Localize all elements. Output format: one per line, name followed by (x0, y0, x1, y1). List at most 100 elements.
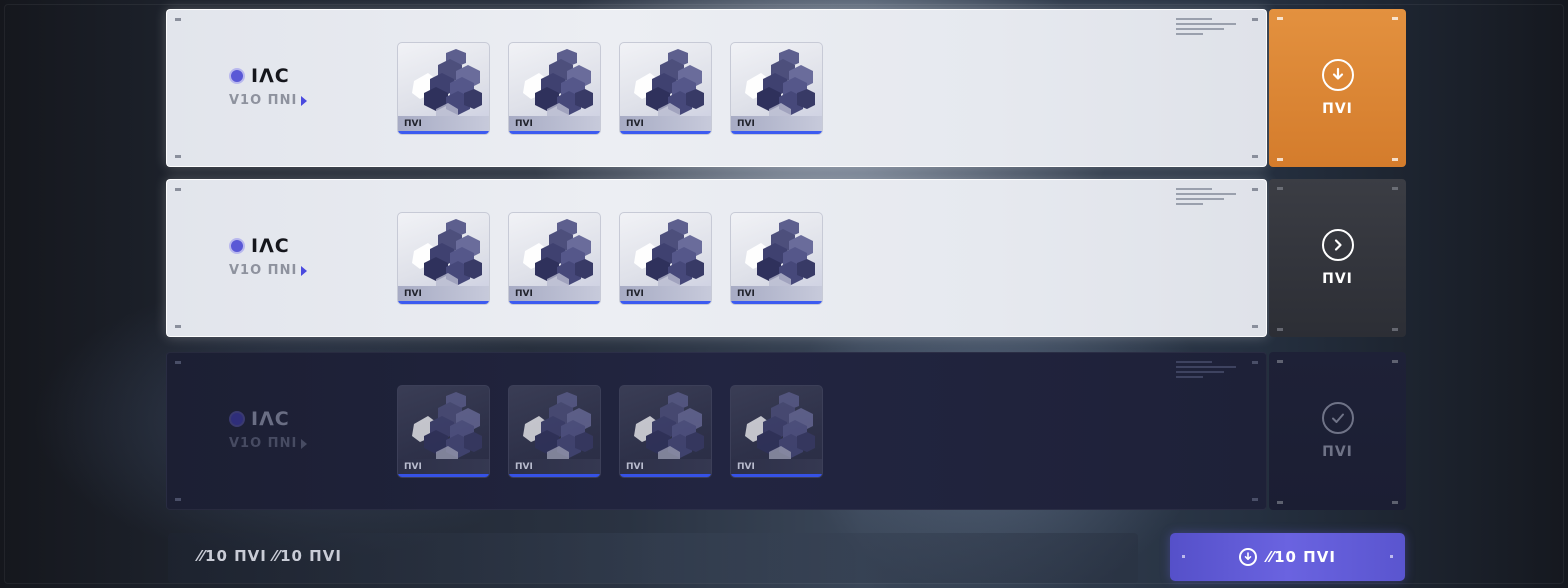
action-label: ΠVI (1322, 101, 1353, 117)
cube-cluster-icon (745, 49, 815, 121)
download-button[interactable]: ΠVI (1269, 9, 1406, 167)
item-tile[interactable]: ΠVI (508, 212, 601, 305)
item-panel[interactable]: IΛC V1O ΠNI ΠVI ΠVI ΠVI ΠVI (166, 352, 1267, 510)
item-subtitle: V1O ΠNI (229, 93, 298, 108)
item-tile[interactable]: ΠVI (619, 42, 712, 135)
tile-tag: ΠVI (620, 459, 711, 477)
download-all-button[interactable]: ⁄⁄10 ΠVI (1170, 533, 1405, 581)
corner-mark (175, 325, 181, 328)
corner-mark (1277, 360, 1283, 363)
corner-mark (1392, 187, 1398, 190)
item-tile[interactable]: ΠVI (508, 385, 601, 478)
item-row-1[interactable]: IΛC V1O ΠNI ΠVI ΠVI ΠVI ΠVI ΠVI (166, 9, 1406, 167)
corner-mark (1277, 158, 1283, 161)
item-label: IΛC V1O ΠNI (229, 235, 308, 278)
item-tile[interactable]: ΠVI (730, 385, 823, 478)
cube-cluster-icon (412, 219, 482, 291)
cube-cluster-icon (523, 392, 593, 464)
caret-right-icon (301, 95, 308, 106)
completed-button[interactable]: ΠVI (1269, 352, 1406, 510)
item-title: IΛC (251, 65, 290, 87)
corner-mark (1252, 361, 1258, 364)
action-label: ΠVI (1322, 444, 1353, 460)
corner-mark (1252, 155, 1258, 158)
footer-text: ⁄⁄10 ΠVI ⁄⁄10 ΠVI (198, 547, 342, 565)
corner-mark (1277, 17, 1283, 20)
item-tile[interactable]: ΠVI (397, 212, 490, 305)
cube-cluster-icon (634, 49, 704, 121)
item-subtitle: V1O ΠNI (229, 436, 298, 451)
button-dot (1390, 555, 1393, 558)
tile-tag: ΠVI (509, 459, 600, 477)
chevron-right-icon (1321, 229, 1354, 261)
tile-tag: ΠVI (620, 286, 711, 304)
button-dot (1182, 555, 1185, 558)
fine-print (1176, 361, 1236, 381)
tile-tag: ΠVI (509, 116, 600, 134)
corner-mark (175, 498, 181, 501)
corner-mark (1392, 158, 1398, 161)
download-icon (1239, 548, 1258, 566)
tile-tag: ΠVI (731, 116, 822, 134)
open-button[interactable]: ΠVI (1269, 179, 1406, 337)
fine-print (1176, 18, 1236, 38)
item-tile[interactable]: ΠVI (508, 42, 601, 135)
item-tile[interactable]: ΠVI (619, 385, 712, 478)
corner-mark (1252, 498, 1258, 501)
corner-mark (1392, 501, 1398, 504)
cube-cluster-icon (412, 49, 482, 121)
cube-cluster-icon (745, 392, 815, 464)
corner-mark (1252, 325, 1258, 328)
corner-mark (1392, 360, 1398, 363)
corner-mark (1277, 501, 1283, 504)
corner-mark (175, 361, 181, 364)
item-row-3[interactable]: IΛC V1O ΠNI ΠVI ΠVI ΠVI ΠVI ΠVI (166, 352, 1406, 510)
corner-mark (1277, 187, 1283, 190)
item-label: IΛC V1O ΠNI (229, 65, 308, 108)
cube-cluster-icon (523, 219, 593, 291)
item-label: IΛC V1O ΠNI (229, 408, 308, 451)
item-tile[interactable]: ΠVI (730, 42, 823, 135)
radio-indicator[interactable] (229, 411, 245, 427)
item-title: IΛC (251, 408, 290, 430)
item-row-2[interactable]: IΛC V1O ΠNI ΠVI ΠVI ΠVI ΠVI ΠVI (166, 179, 1406, 337)
tile-list: ΠVI ΠVI ΠVI ΠVI (397, 42, 823, 135)
tile-tag: ΠVI (398, 286, 489, 304)
corner-mark (175, 155, 181, 158)
item-panel[interactable]: IΛC V1O ΠNI ΠVI ΠVI ΠVI ΠVI (166, 9, 1267, 167)
check-icon (1321, 402, 1354, 434)
corner-mark (1252, 18, 1258, 21)
item-tile[interactable]: ΠVI (619, 212, 712, 305)
corner-mark (1252, 188, 1258, 191)
tile-list: ΠVI ΠVI ΠVI ΠVI (397, 212, 823, 305)
corner-mark (175, 18, 181, 21)
item-panel[interactable]: IΛC V1O ΠNI ΠVI ΠVI ΠVI ΠVI (166, 179, 1267, 337)
item-title: IΛC (251, 235, 290, 257)
item-tile[interactable]: ΠVI (730, 212, 823, 305)
cube-cluster-icon (745, 219, 815, 291)
tile-tag: ΠVI (731, 459, 822, 477)
tile-tag: ΠVI (731, 286, 822, 304)
radio-indicator[interactable] (229, 238, 245, 254)
corner-mark (1277, 328, 1283, 331)
tile-list: ΠVI ΠVI ΠVI ΠVI (397, 385, 823, 478)
tile-tag: ΠVI (398, 116, 489, 134)
radio-indicator[interactable] (229, 68, 245, 84)
cube-cluster-icon (523, 49, 593, 121)
corner-mark (1392, 17, 1398, 20)
cube-cluster-icon (634, 392, 704, 464)
item-tile[interactable]: ΠVI (397, 42, 490, 135)
item-subtitle: V1O ΠNI (229, 263, 298, 278)
footer-bar: ⁄⁄10 ΠVI ⁄⁄10 ΠVI (168, 533, 1138, 583)
tile-tag: ΠVI (398, 459, 489, 477)
item-tile[interactable]: ΠVI (397, 385, 490, 478)
caret-right-icon (301, 265, 308, 276)
fine-print (1176, 188, 1236, 208)
tile-tag: ΠVI (620, 116, 711, 134)
download-icon (1321, 59, 1354, 91)
download-all-label: ⁄⁄10 ΠVI (1267, 548, 1336, 566)
corner-mark (175, 188, 181, 191)
corner-mark (1392, 328, 1398, 331)
cube-cluster-icon (634, 219, 704, 291)
caret-right-icon (301, 438, 308, 449)
